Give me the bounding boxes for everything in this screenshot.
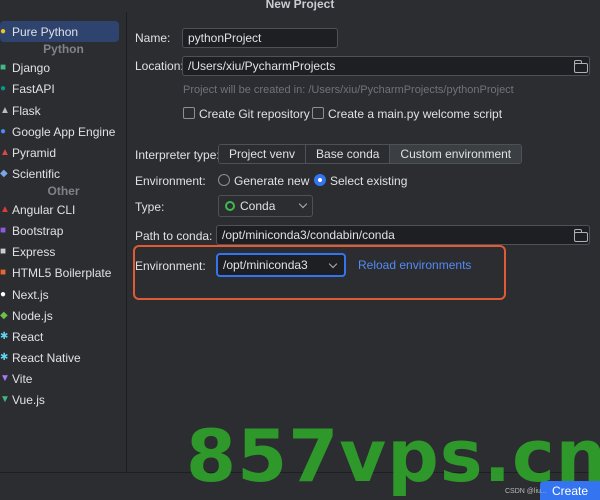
fastapi-icon: ● xyxy=(0,82,7,94)
sidebar-item-express[interactable]: ■ Express xyxy=(0,241,122,262)
select-existing-label: Select existing xyxy=(330,174,408,188)
conda-icon xyxy=(225,201,235,211)
sidebar-item-google-app-engine[interactable]: ● Google App Engine xyxy=(0,121,122,142)
python-icon: ● xyxy=(0,25,7,37)
csdn-credit: CSDN @liu... xyxy=(505,488,547,495)
type-dropdown[interactable]: Conda xyxy=(218,195,313,217)
environment-label: Environment: xyxy=(135,174,206,188)
location-value: /Users/xiu/PycharmProjects xyxy=(188,59,336,73)
sidebar-item-label: React Native xyxy=(12,350,81,365)
angular-icon: ▲ xyxy=(0,203,8,215)
sidebar-item-label: Pure Python xyxy=(12,24,79,39)
react-icon: ✱ xyxy=(0,330,8,342)
sidebar-item-nodejs[interactable]: ◆ Node.js xyxy=(0,305,122,326)
location-field[interactable]: /Users/xiu/PycharmProjects xyxy=(182,56,590,76)
environment-dropdown-value: /opt/miniconda3 xyxy=(223,258,308,272)
chevron-down-icon xyxy=(298,199,308,209)
sidebar-item-scientific[interactable]: ◆ Scientific xyxy=(0,163,122,184)
interpreter-option-project-venv[interactable]: Project venv xyxy=(219,145,306,163)
sidebar-item-label: Google App Engine xyxy=(12,124,116,139)
sidebar-item-flask[interactable]: ▲ Flask xyxy=(0,100,122,121)
environment-dropdown[interactable]: /opt/miniconda3 xyxy=(216,253,346,277)
sidebar-item-label: Node.js xyxy=(12,308,53,323)
bootstrap-icon: ■ xyxy=(0,224,7,236)
nextjs-icon: ● xyxy=(0,288,7,300)
window-title: New Project xyxy=(265,0,335,11)
sidebar-item-pure-python[interactable]: ● Pure Python xyxy=(0,21,119,42)
chevron-down-icon xyxy=(328,259,338,269)
welcome-script-label: Create a main.py welcome script xyxy=(328,107,503,121)
sidebar-item-vite[interactable]: ▼ Vite xyxy=(0,368,122,389)
path-to-conda-field[interactable]: /opt/miniconda3/condabin/conda xyxy=(216,225,590,245)
select-existing-radio[interactable] xyxy=(314,174,326,186)
reload-environments-link[interactable]: Reload environments xyxy=(358,258,471,272)
react-native-icon: ✱ xyxy=(0,351,8,363)
interpreter-option-base-conda[interactable]: Base conda xyxy=(305,145,390,163)
sidebar-item-label: FastAPI xyxy=(12,81,55,96)
sidebar-item-label: HTML5 Boilerplate xyxy=(12,265,112,280)
name-label: Name: xyxy=(135,31,171,45)
vuejs-icon: ▼ xyxy=(0,393,8,405)
watermark-text: 857vps.cn xyxy=(186,414,600,498)
sidebar-item-react[interactable]: ✱ React xyxy=(0,326,122,347)
google-app-engine-icon: ● xyxy=(0,125,7,137)
git-repo-label: Create Git repository xyxy=(199,107,310,121)
sidebar-item-django[interactable]: ■ Django xyxy=(0,57,122,78)
type-label: Type: xyxy=(135,200,165,214)
name-field[interactable]: pythonProject xyxy=(182,28,338,48)
sidebar-item-label: Angular CLI xyxy=(12,202,76,217)
project-type-sidebar: ● Pure Python Python ■ Django ● FastAPI … xyxy=(0,12,127,472)
interpreter-type-segmented: Project venv Base conda Custom environme… xyxy=(218,144,523,164)
express-icon: ■ xyxy=(0,245,7,257)
conda-folder-browse-icon[interactable] xyxy=(573,229,588,242)
sidebar-item-angular-cli[interactable]: ▲ Angular CLI xyxy=(0,199,122,220)
sidebar-item-label: React xyxy=(12,329,44,344)
sidebar-item-label: Pyramid xyxy=(12,145,57,160)
welcome-script-checkbox[interactable] xyxy=(312,107,324,119)
vite-icon: ▼ xyxy=(0,372,8,384)
generate-new-label: Generate new xyxy=(234,174,310,188)
sidebar-item-label: Django xyxy=(12,60,51,75)
path-to-conda-value: /opt/miniconda3/condabin/conda xyxy=(222,228,395,242)
sidebar-item-label: Next.js xyxy=(12,287,49,302)
scientific-icon: ◆ xyxy=(0,167,8,179)
sidebar-item-label: Vite xyxy=(12,371,33,386)
location-label: Location: xyxy=(135,59,184,73)
sidebar-item-label: Flask xyxy=(12,103,41,118)
sidebar-item-nextjs[interactable]: ● Next.js xyxy=(0,284,122,305)
sidebar-item-label: Scientific xyxy=(12,166,61,181)
folder-browse-icon[interactable] xyxy=(573,60,588,73)
interpreter-type-label: Interpreter type: xyxy=(135,148,220,162)
sidebar-header-python: Python xyxy=(43,42,84,56)
interpreter-option-custom-environment[interactable]: Custom environment xyxy=(389,145,522,163)
title-bar: New Project xyxy=(0,0,600,12)
sidebar-header-other: Other xyxy=(47,184,80,198)
location-hint: Project will be created in: /Users/xiu/P… xyxy=(183,84,514,96)
sidebar-item-fastapi[interactable]: ● FastAPI xyxy=(0,78,122,99)
sidebar-item-html5-boilerplate[interactable]: ■ HTML5 Boilerplate xyxy=(0,262,122,283)
generate-new-radio[interactable] xyxy=(218,174,230,186)
flask-icon: ▲ xyxy=(0,104,8,116)
sidebar-item-pyramid[interactable]: ▲ Pyramid xyxy=(0,142,122,163)
sidebar-item-label: Bootstrap xyxy=(12,223,64,238)
git-repo-checkbox[interactable] xyxy=(183,107,195,119)
pyramid-icon: ▲ xyxy=(0,146,8,158)
sidebar-item-bootstrap[interactable]: ■ Bootstrap xyxy=(0,220,122,241)
project-settings-panel: Name: pythonProject Location: /Users/xiu… xyxy=(128,12,600,472)
django-icon: ■ xyxy=(0,61,7,73)
sidebar-item-react-native[interactable]: ✱ React Native xyxy=(0,347,122,368)
sidebar-item-label: Express xyxy=(12,244,56,259)
sidebar-item-vuejs[interactable]: ▼ Vue.js xyxy=(0,389,122,410)
environment-select-label: Environment: xyxy=(135,259,206,273)
path-to-conda-label: Path to conda: xyxy=(135,229,213,243)
nodejs-icon: ◆ xyxy=(0,309,8,321)
sidebar-item-label: Vue.js xyxy=(12,392,45,407)
type-value: Conda xyxy=(240,199,276,213)
html5-icon: ■ xyxy=(0,266,7,278)
